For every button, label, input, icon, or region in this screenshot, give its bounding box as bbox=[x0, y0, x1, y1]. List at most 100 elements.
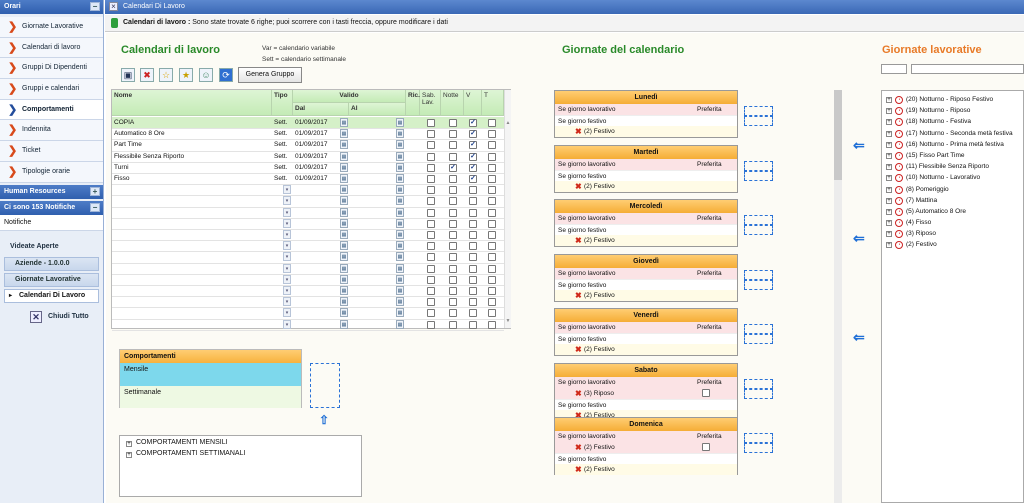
cell-dal[interactable]: 01/09/2017 bbox=[293, 162, 341, 174]
t-checkbox[interactable] bbox=[488, 275, 496, 284]
working-day-row[interactable]: Se giorno lavorativo Preferita bbox=[555, 158, 737, 170]
working-day-row[interactable]: Se giorno lavorativo Preferita bbox=[555, 376, 737, 388]
tree-node[interactable]: + ◔ (11) Flessibile Senza Riporto bbox=[886, 161, 1019, 172]
cell-dal[interactable]: 01/09/2017 bbox=[293, 173, 341, 185]
calendar-icon[interactable]: ▦ bbox=[340, 274, 348, 284]
dropdown-icon[interactable]: ▾ bbox=[283, 263, 291, 273]
col-al[interactable]: Al bbox=[349, 103, 406, 116]
tree-node[interactable]: + ◔ (10) Notturno - Lavorativo bbox=[886, 172, 1019, 183]
working-drop-zone[interactable] bbox=[744, 225, 773, 235]
v-checkbox[interactable]: ✓ bbox=[469, 141, 477, 150]
notte-checkbox[interactable] bbox=[449, 208, 457, 217]
holiday-item[interactable]: ✖ (2) Festivo bbox=[555, 464, 737, 475]
expand-icon[interactable]: + bbox=[90, 186, 100, 196]
holiday-row[interactable]: Se giorno festivo bbox=[555, 115, 737, 126]
sidebar-item-calendari[interactable]: ❯ Calendari di lavoro bbox=[0, 37, 103, 59]
calendar-icon[interactable]: ▦ bbox=[396, 218, 404, 228]
expand-icon[interactable]: + bbox=[886, 220, 892, 227]
expand-icon[interactable]: + bbox=[886, 119, 892, 126]
t-checkbox[interactable] bbox=[488, 287, 496, 295]
working-day-row[interactable]: Se giorno lavorativo Preferita bbox=[555, 267, 737, 279]
cell-nome[interactable]: Flessibile Senza Riporto bbox=[112, 151, 272, 163]
sidebar-item-comportamenti[interactable]: ❯ Comportamenti bbox=[0, 99, 103, 121]
dropdown-icon[interactable]: ▾ bbox=[283, 207, 291, 217]
scroll-down-icon[interactable]: ▼ bbox=[505, 318, 511, 324]
sab-lav-checkbox[interactable] bbox=[427, 264, 435, 273]
v-checkbox[interactable] bbox=[469, 219, 477, 228]
close-all-button[interactable]: ✕ Chiudi Tutto bbox=[0, 309, 103, 327]
calendar-icon[interactable]: ▦ bbox=[396, 319, 404, 329]
t-checkbox[interactable] bbox=[488, 320, 496, 329]
tree-node[interactable]: + ◔ (20) Notturno - Riposo Festivo bbox=[886, 94, 1019, 105]
expand-icon[interactable]: + bbox=[126, 441, 132, 447]
calendar-icon[interactable]: ▦ bbox=[340, 129, 348, 139]
t-checkbox[interactable] bbox=[488, 219, 496, 228]
expand-icon[interactable]: + bbox=[886, 141, 892, 148]
filter-name-input[interactable] bbox=[911, 64, 1024, 74]
calendar-icon[interactable]: ▦ bbox=[396, 230, 404, 239]
preferred-checkbox[interactable] bbox=[702, 388, 710, 397]
expand-icon[interactable]: + bbox=[886, 231, 892, 238]
grid-scrollbar[interactable]: ▲ ▼ bbox=[504, 90, 511, 328]
calendar-icon[interactable]: ▦ bbox=[340, 230, 348, 239]
remove-icon[interactable]: ✖ bbox=[575, 126, 582, 137]
v-checkbox[interactable] bbox=[469, 275, 477, 284]
cell-nome[interactable]: Part Time bbox=[112, 139, 272, 151]
cell-tipo[interactable]: Sett. bbox=[272, 117, 293, 129]
working-item[interactable]: ✖ (3) Riposo bbox=[555, 387, 737, 399]
expand-icon[interactable]: + bbox=[886, 175, 892, 182]
holiday-item[interactable]: ✖ (2) Festivo bbox=[555, 289, 737, 301]
collapse-icon[interactable]: − bbox=[90, 2, 100, 11]
calendar-icon[interactable]: ▦ bbox=[396, 308, 404, 318]
dropdown-icon[interactable]: ▾ bbox=[283, 196, 291, 206]
expand-icon[interactable]: + bbox=[886, 108, 892, 115]
col-sab[interactable]: Sab. Lav. bbox=[420, 90, 441, 116]
cell-dal[interactable]: 01/09/2017 bbox=[293, 117, 341, 129]
tree-node[interactable]: + ◔ (4) Fisso bbox=[886, 217, 1019, 228]
working-item[interactable]: ✖ (2) Festivo bbox=[555, 442, 737, 453]
calendar-icon[interactable]: ▦ bbox=[340, 286, 348, 295]
notte-checkbox[interactable] bbox=[449, 152, 457, 161]
v-checkbox[interactable]: ✓ bbox=[469, 152, 477, 161]
tree-node[interactable]: + ◔ (7) Mattina bbox=[886, 195, 1019, 206]
v-checkbox[interactable] bbox=[469, 231, 477, 239]
expand-icon[interactable]: + bbox=[886, 130, 892, 137]
dropdown-icon[interactable]: ▾ bbox=[283, 274, 291, 284]
sab-lav-checkbox[interactable] bbox=[427, 197, 435, 206]
sidebar-item-indennita[interactable]: ❯ Indennita bbox=[0, 120, 103, 142]
calendar-icon[interactable]: ▦ bbox=[396, 174, 404, 183]
working-drop-zone[interactable] bbox=[744, 170, 773, 181]
remove-icon[interactable]: ✖ bbox=[575, 344, 582, 355]
working-drop-zone[interactable] bbox=[744, 443, 773, 453]
sab-lav-checkbox[interactable] bbox=[427, 175, 435, 183]
tree-node[interactable]: + COMPORTAMENTI SETTIMANALI bbox=[126, 450, 355, 461]
col-t[interactable]: T bbox=[482, 90, 504, 116]
tree-node[interactable]: + ◔ (5) Automatico 8 Ore bbox=[886, 206, 1019, 217]
expand-icon[interactable]: + bbox=[886, 208, 892, 215]
v-checkbox[interactable] bbox=[469, 253, 477, 262]
sab-lav-checkbox[interactable] bbox=[427, 287, 435, 295]
open-view-calendari[interactable]: Calendari Di Lavoro bbox=[4, 288, 99, 303]
v-checkbox[interactable] bbox=[469, 298, 477, 307]
notte-checkbox[interactable] bbox=[449, 320, 457, 329]
v-checkbox[interactable] bbox=[469, 287, 477, 295]
t-checkbox[interactable] bbox=[488, 264, 496, 273]
sab-lav-checkbox[interactable] bbox=[427, 152, 435, 161]
v-checkbox[interactable]: ✓ bbox=[469, 119, 477, 127]
remove-icon[interactable]: ✖ bbox=[575, 235, 582, 246]
human-resources-header[interactable]: Human Resources + bbox=[0, 184, 103, 199]
v-checkbox[interactable]: ✓ bbox=[469, 130, 477, 139]
working-drop-zone[interactable] bbox=[744, 433, 773, 443]
v-checkbox[interactable] bbox=[469, 186, 477, 195]
holiday-row[interactable]: Se giorno festivo bbox=[555, 224, 737, 235]
close-icon[interactable]: × bbox=[109, 2, 118, 11]
working-drop-zone[interactable] bbox=[744, 269, 773, 280]
calendar-icon[interactable]: ▦ bbox=[340, 174, 348, 183]
working-drop-zone[interactable] bbox=[744, 215, 773, 225]
calendar-icon[interactable]: ▦ bbox=[396, 151, 404, 161]
tree-node[interactable]: + ◔ (17) Notturno - Seconda metà festiva bbox=[886, 128, 1019, 139]
calendar-icon[interactable]: ▦ bbox=[340, 319, 348, 329]
sidebar-item-ticket[interactable]: ❯ Ticket bbox=[0, 141, 103, 162]
calendar-icon[interactable]: ▦ bbox=[340, 151, 348, 161]
notte-checkbox[interactable] bbox=[449, 264, 457, 273]
